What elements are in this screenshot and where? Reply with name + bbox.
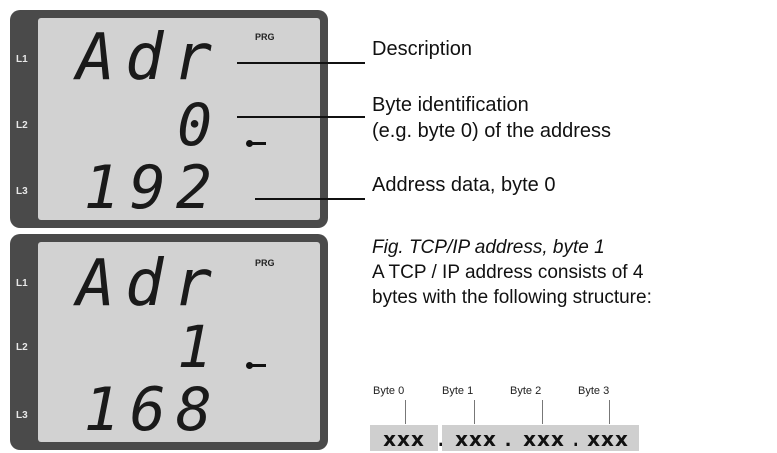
segment-row-2: 1 [177, 313, 222, 381]
segment-row-1: Adr [76, 247, 222, 321]
byte-label-1: Byte 1 [442, 385, 474, 397]
byte-label-2: Byte 2 [510, 385, 542, 397]
annotation-address-data: Address data, byte 0 [372, 174, 556, 196]
row-label-l2: L2 [16, 342, 28, 353]
octet-box-3: xxx [577, 425, 639, 451]
byte-tick-2 [542, 400, 543, 424]
segment-row-2: 0 [177, 91, 222, 159]
figure-caption-line1: A TCP / IP address consists of 4 [372, 262, 644, 283]
key-icon [246, 140, 266, 147]
figure-caption-title: Fig. TCP/IP address, byte 1 [372, 237, 605, 258]
row-label-l3: L3 [16, 410, 28, 421]
prg-badge: PRG [255, 32, 275, 42]
byte-tick-0 [405, 400, 406, 424]
octet-box-0: xxx [370, 425, 438, 451]
lcd-display-2: L1 L2 L3 PRG Adr 1 168 [10, 234, 328, 450]
leader-line-byte-id [237, 116, 365, 118]
row-label-l1: L1 [16, 54, 28, 65]
lcd-display-1: L1 L2 L3 PRG Adr 0 192 [10, 10, 328, 228]
octet-box-1: xxx [442, 425, 510, 451]
leader-line-description [237, 62, 365, 64]
segment-row-3: 192 [83, 153, 222, 223]
annotation-byte-id-line2: (e.g. byte 0) of the address [372, 120, 612, 142]
octet-box-2: xxx [510, 425, 578, 451]
key-icon [246, 362, 266, 369]
figure-caption-line2: bytes with the following structure: [372, 287, 652, 308]
segment-row-3: 168 [83, 375, 222, 445]
row-label-l1: L1 [16, 278, 28, 289]
row-label-l3: L3 [16, 186, 28, 197]
segment-row-1: Adr [76, 21, 222, 95]
byte-label-0: Byte 0 [373, 385, 405, 397]
annotation-description: Description [372, 38, 473, 60]
byte-tick-3 [609, 400, 610, 424]
byte-label-3: Byte 3 [578, 385, 610, 397]
byte-tick-1 [474, 400, 475, 424]
leader-line-address-data [255, 198, 365, 200]
row-label-l2: L2 [16, 120, 28, 131]
prg-badge: PRG [255, 258, 275, 268]
annotation-byte-id-line1: Byte identification [372, 94, 529, 116]
